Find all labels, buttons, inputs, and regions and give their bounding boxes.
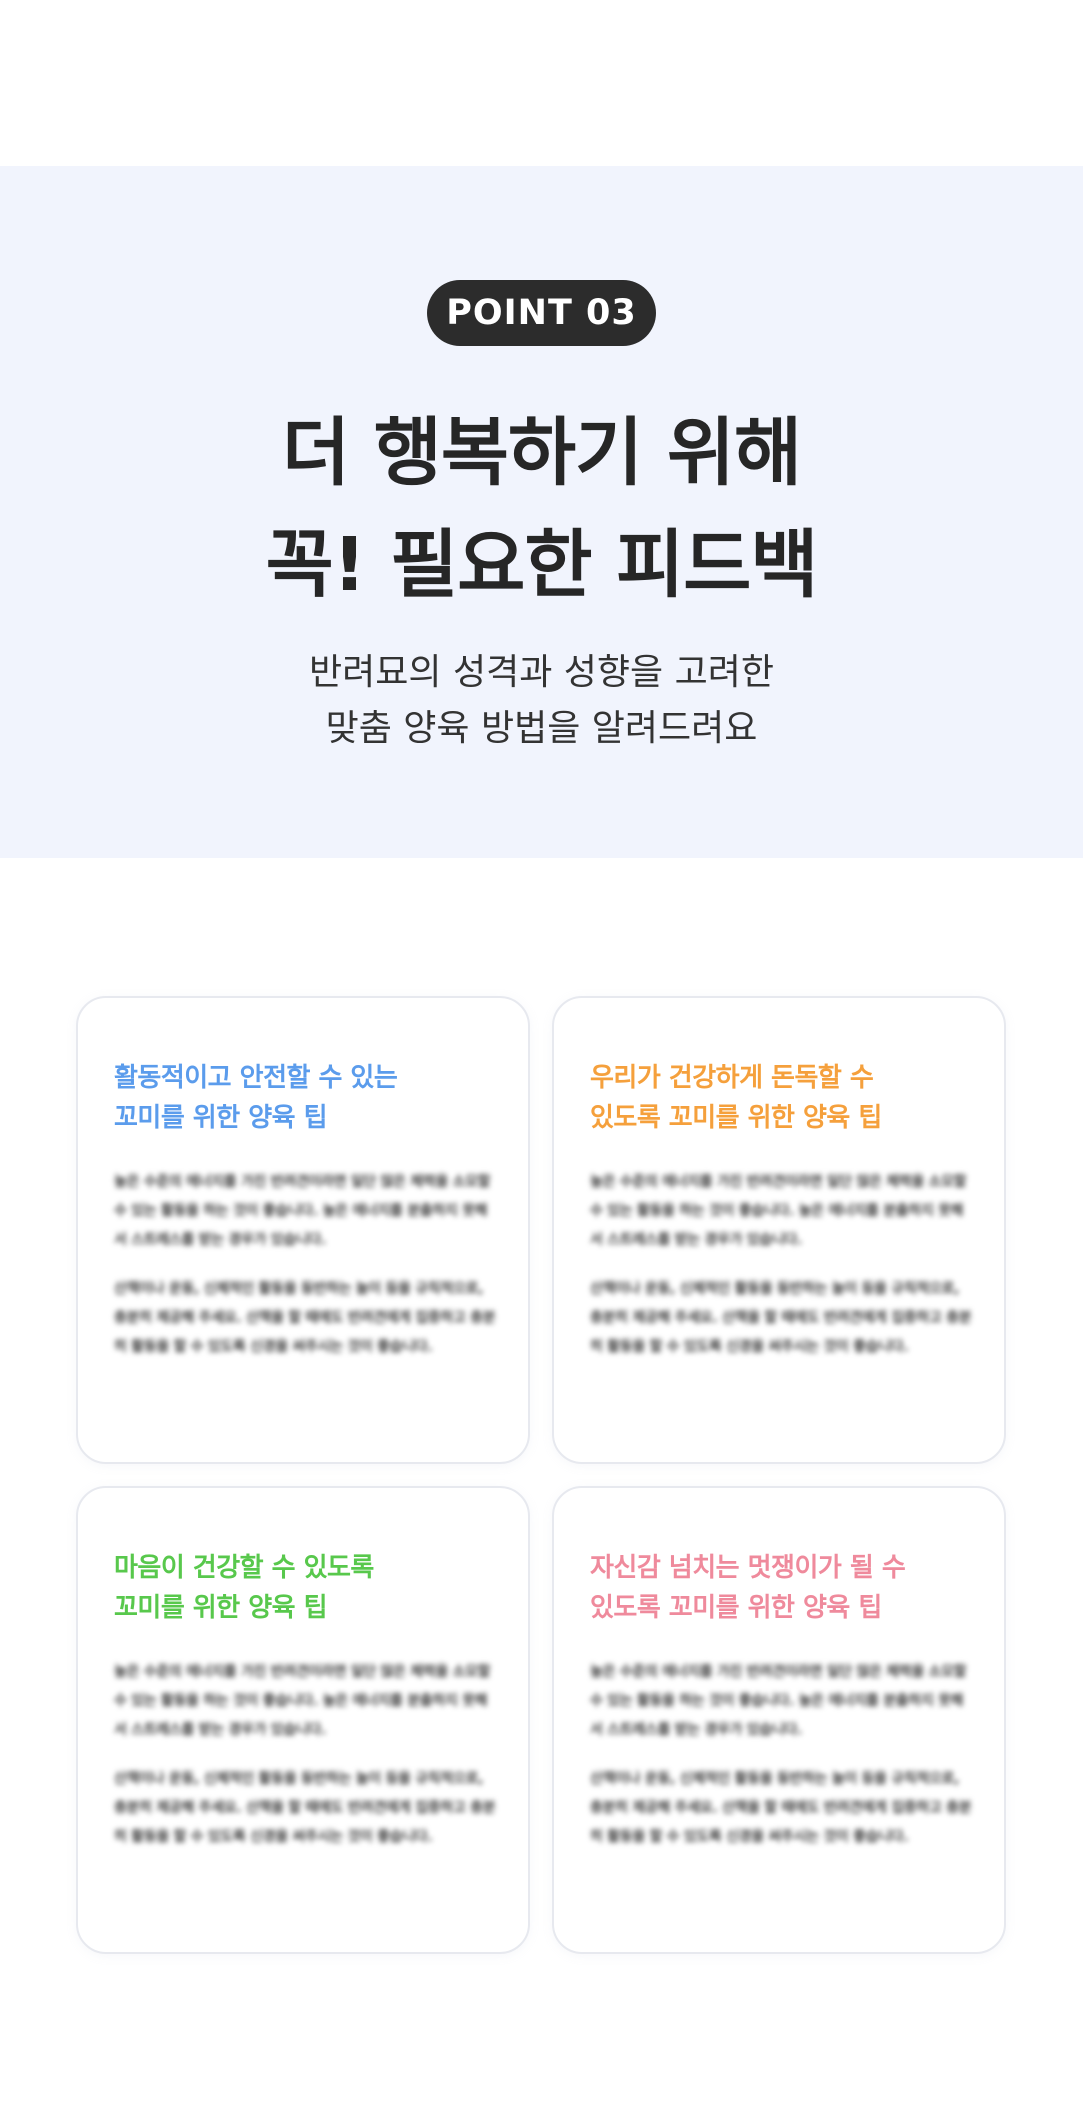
tip-card-paragraph-1: 높은 수준의 에너지를 가진 반려견이라면 일단 많은 체력을 소모할 수 있는…: [114, 1174, 491, 1248]
tip-card-body: 높은 수준의 에너지를 가진 반려견이라면 일단 많은 체력을 소모할 수 있는…: [590, 1168, 974, 1382]
tip-card-title: 자신감 넘치는 멋쟁이가 될 수 있도록 꼬미를 위한 양육 팁: [590, 1548, 980, 1628]
tip-card-bond: 우리가 건강하게 돈독할 수 있도록 꼬미를 위한 양육 팁 높은 수준의 에너…: [552, 996, 1006, 1464]
tip-card-title-line-1: 우리가 건강하게 돈독할 수: [590, 1063, 874, 1093]
tip-card-title-line-2: 꼬미를 위한 양육 팁: [114, 1593, 328, 1623]
tip-card-body: 높은 수준의 에너지를 가진 반려견이라면 일단 많은 체력을 소모할 수 있는…: [590, 1658, 974, 1872]
tip-card-title: 마음이 건강할 수 있도록 꼬미를 위한 양육 팁: [114, 1548, 504, 1628]
headline-line-2: 꼭! 필요한 피드백: [265, 522, 819, 608]
tip-card-title: 우리가 건강하게 돈독할 수 있도록 꼬미를 위한 양육 팁: [590, 1058, 980, 1138]
subheadline-line-1: 반려묘의 성격과 성향을 고려한: [309, 652, 774, 693]
hero-section: POINT 03 더 행복하기 위해 꼭! 필요한 피드백 반려묘의 성격과 성…: [0, 166, 1083, 858]
tip-card-mind: 마음이 건강할 수 있도록 꼬미를 위한 양육 팁 높은 수준의 에너지를 가진…: [76, 1486, 530, 1954]
tip-card-title: 활동적이고 안전할 수 있는 꼬미를 위한 양육 팁: [114, 1058, 504, 1138]
subheadline-line-2: 맞춤 양육 방법을 알려드려요: [325, 708, 758, 749]
tip-card-body: 높은 수준의 에너지를 가진 반려견이라면 일단 많은 체력을 소모할 수 있는…: [114, 1658, 498, 1872]
tip-card-title-line-2: 있도록 꼬미를 위한 양육 팁: [590, 1103, 882, 1133]
tip-card-title-line-1: 자신감 넘치는 멋쟁이가 될 수: [590, 1553, 906, 1583]
tip-card-title-line-2: 있도록 꼬미를 위한 양육 팁: [590, 1593, 882, 1623]
tip-card-paragraph-2: 산책이나 운동, 신체적인 활동을 동반하는 놀이 등을 규칙적으로, 충분히 …: [590, 1771, 972, 1845]
headline-line-1: 더 행복하기 위해: [281, 410, 802, 496]
tip-card-title-line-2: 꼬미를 위한 양육 팁: [114, 1103, 328, 1133]
tip-card-paragraph-2: 산책이나 운동, 신체적인 활동을 동반하는 놀이 등을 규칙적으로, 충분히 …: [590, 1281, 972, 1355]
point-badge: POINT 03: [427, 280, 656, 346]
tip-card-paragraph-1: 높은 수준의 에너지를 가진 반려견이라면 일단 많은 체력을 소모할 수 있는…: [590, 1664, 967, 1738]
tip-card-paragraph-1: 높은 수준의 에너지를 가진 반려견이라면 일단 많은 체력을 소모할 수 있는…: [114, 1664, 491, 1738]
tip-card-paragraph-1: 높은 수준의 에너지를 가진 반려견이라면 일단 많은 체력을 소모할 수 있는…: [590, 1174, 967, 1248]
tip-card-paragraph-2: 산책이나 운동, 신체적인 활동을 동반하는 놀이 등을 규칙적으로, 충분히 …: [114, 1771, 496, 1845]
tip-card-confidence: 자신감 넘치는 멋쟁이가 될 수 있도록 꼬미를 위한 양육 팁 높은 수준의 …: [552, 1486, 1006, 1954]
tip-card-paragraph-2: 산책이나 운동, 신체적인 활동을 동반하는 놀이 등을 규칙적으로, 충분히 …: [114, 1281, 496, 1355]
tip-card-active: 활동적이고 안전할 수 있는 꼬미를 위한 양육 팁 높은 수준의 에너지를 가…: [76, 996, 530, 1464]
tip-card-body: 높은 수준의 에너지를 가진 반려견이라면 일단 많은 체력을 소모할 수 있는…: [114, 1168, 498, 1382]
tip-card-title-line-1: 마음이 건강할 수 있도록: [114, 1553, 374, 1583]
tip-card-title-line-1: 활동적이고 안전할 수 있는: [114, 1063, 398, 1093]
